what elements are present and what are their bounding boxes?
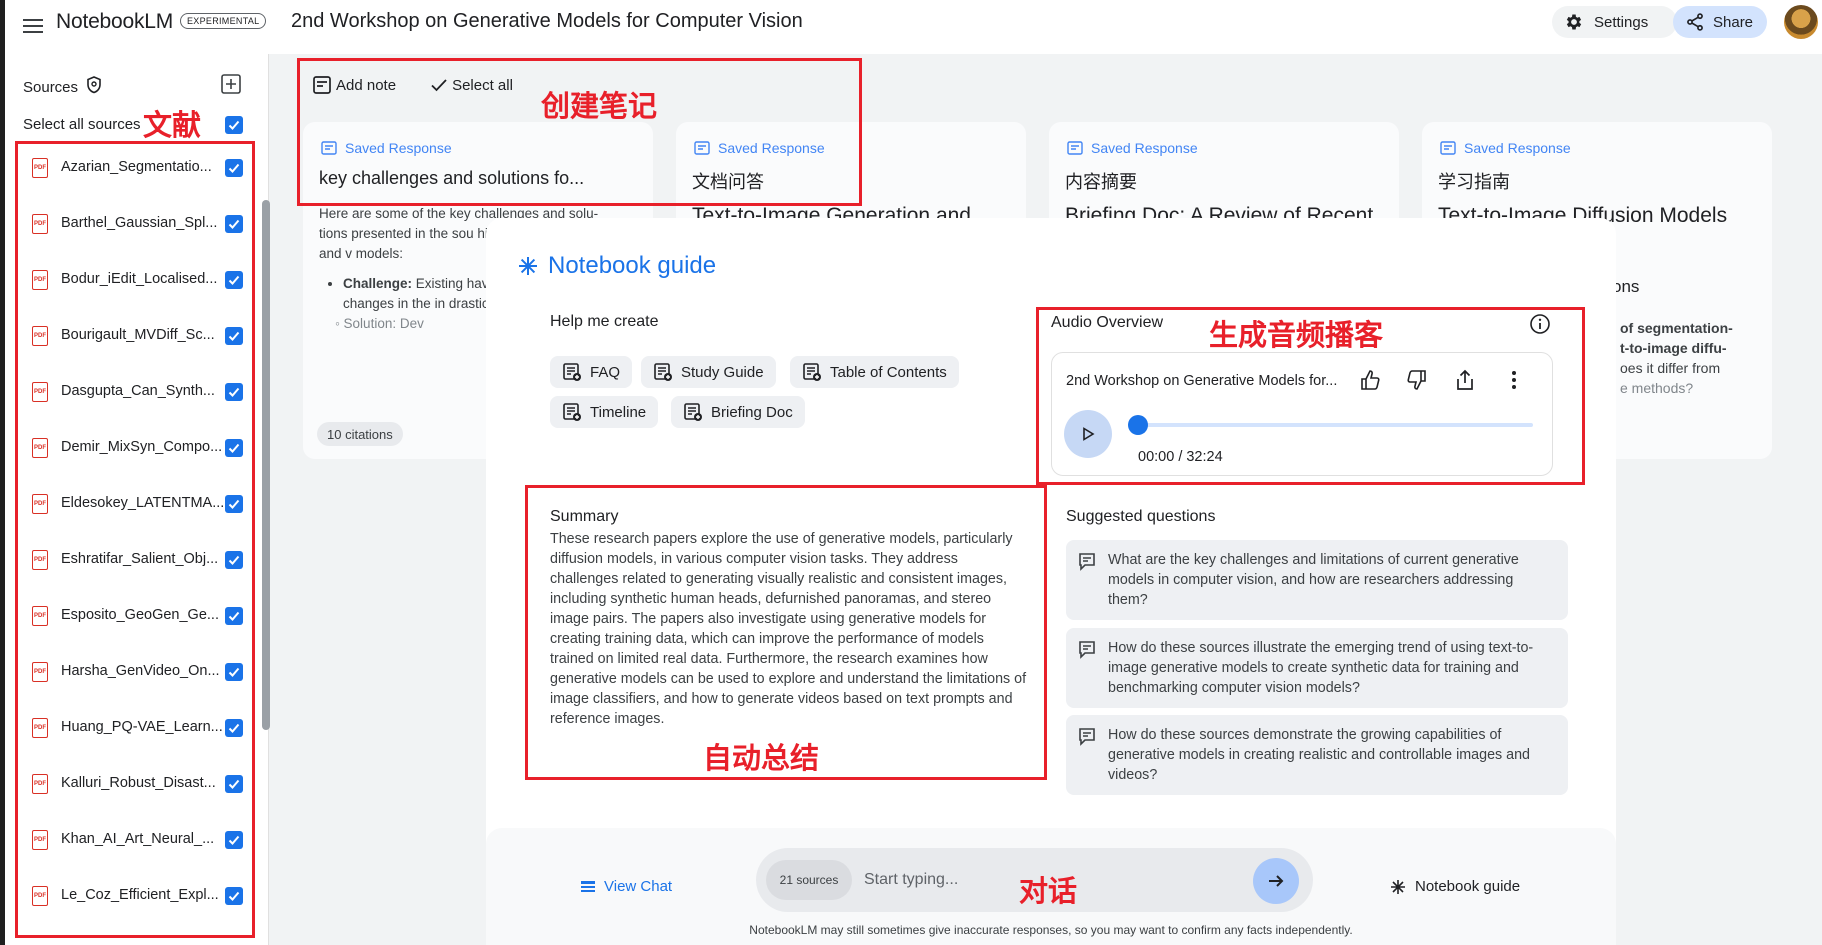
chip-label: Table of Contents xyxy=(830,363,947,381)
sources-header: Sources xyxy=(23,76,102,98)
question-icon xyxy=(1079,728,1095,746)
annotation-box-notes xyxy=(297,58,862,206)
add-doc-icon xyxy=(803,363,821,381)
sparkle-icon xyxy=(1391,879,1405,894)
sources-label: Sources xyxy=(23,78,79,96)
notebook-guide-label: Notebook guide xyxy=(1415,878,1521,895)
annotation-box-sources xyxy=(15,141,255,938)
view-chat-button[interactable]: View Chat xyxy=(580,878,672,895)
note-fragment: oes it differ from e methods? xyxy=(1620,358,1720,398)
chat-icon xyxy=(581,880,595,892)
note-title: 内容摘要 xyxy=(1065,172,1137,192)
app-brand: NotebookLM xyxy=(56,10,174,33)
saved-response-icon xyxy=(1440,141,1456,155)
add-doc-icon xyxy=(654,363,672,381)
add-source-icon[interactable] xyxy=(221,74,243,96)
annotation-label-sources: 文献 xyxy=(143,108,202,142)
suggested-question-text: How do these sources demonstrate the gro… xyxy=(1108,727,1530,783)
faq-chip[interactable]: FAQ xyxy=(550,356,633,388)
settings-label: Settings xyxy=(1594,13,1649,31)
briefing-doc-chip[interactable]: Briefing Doc xyxy=(671,396,805,428)
check-icon xyxy=(228,120,240,130)
share-button[interactable]: Share xyxy=(1673,6,1767,38)
select-all-sources-checkbox[interactable] xyxy=(225,116,243,134)
timeline-chip[interactable]: Timeline xyxy=(550,396,659,428)
note-sub-text: Solution: Dev xyxy=(343,316,424,331)
note-fragment-line: oes it differ from xyxy=(1620,360,1721,376)
add-doc-icon xyxy=(563,363,581,381)
settings-button[interactable]: Settings xyxy=(1552,6,1677,38)
table-of-contents-chip[interactable]: Table of Contents xyxy=(790,356,959,388)
note-title: 学习指南 xyxy=(1438,172,1510,192)
question-icon xyxy=(1079,641,1095,659)
suggested-question-text: How do these sources illustrate the emer… xyxy=(1108,640,1534,696)
note-fragment-line: e methods? xyxy=(1620,380,1694,396)
page-title[interactable]: 2nd Workshop on Generative Models for Co… xyxy=(291,10,803,33)
note-tag-label: Saved Response xyxy=(1464,140,1571,156)
share-label: Share xyxy=(1713,13,1754,31)
note-fragment-line: t-to-image diffu- xyxy=(1620,340,1727,356)
citations-chip[interactable]: 10 citations xyxy=(317,422,403,446)
study-guide-chip[interactable]: Study Guide xyxy=(641,356,776,388)
annotation-label-audio: 生成音频播客 xyxy=(1209,318,1384,352)
question-icon xyxy=(1079,553,1095,571)
suggested-questions-label: Suggested questions xyxy=(1066,508,1216,525)
send-button[interactable] xyxy=(1253,858,1299,904)
top-bar: NotebookLM EXPERIMENTAL 2nd Workshop on … xyxy=(0,0,1822,54)
note-fragment: ons xyxy=(1612,277,1640,296)
annotation-label-chat: 对话 xyxy=(1019,874,1078,908)
arrow-right-icon xyxy=(1269,875,1284,887)
sidebar-scrollbar[interactable] xyxy=(262,200,270,730)
note-fragment: of segmentation- t-to-image diffu- xyxy=(1620,318,1733,358)
gear-icon xyxy=(1566,14,1582,30)
note-tag-label: Saved Response xyxy=(1091,140,1198,156)
add-doc-icon xyxy=(563,403,581,421)
avatar[interactable] xyxy=(1784,5,1818,39)
notebook-guide-button[interactable]: Notebook guide xyxy=(1391,878,1520,895)
note-fragment-line: of segmentation- xyxy=(1620,320,1733,336)
annotation-label-notes: 创建笔记 xyxy=(541,89,658,123)
menu-icon[interactable] xyxy=(18,12,48,40)
suggested-question[interactable]: How do these sources demonstrate the gro… xyxy=(1066,715,1568,795)
select-all-sources-label: Select all sources xyxy=(23,116,141,133)
help-me-create-label: Help me create xyxy=(550,313,659,330)
sparkle-icon xyxy=(519,257,537,275)
suggested-question[interactable]: How do these sources illustrate the emer… xyxy=(1066,628,1568,708)
chip-label: Briefing Doc xyxy=(711,403,793,421)
note-tag: Saved Response xyxy=(1067,140,1198,156)
suggested-question-text: What are the key challenges and limitati… xyxy=(1108,552,1519,608)
shield-icon[interactable] xyxy=(86,76,102,98)
view-chat-label: View Chat xyxy=(604,878,673,895)
chip-label: Timeline xyxy=(590,403,647,421)
guide-title-text: Notebook guide xyxy=(548,252,717,279)
note-bullet-label: Challenge: xyxy=(343,276,413,291)
suggested-question[interactable]: What are the key challenges and limitati… xyxy=(1066,540,1568,620)
saved-response-icon xyxy=(1067,141,1083,155)
add-doc-icon xyxy=(684,403,702,421)
chip-label: FAQ xyxy=(590,363,621,381)
experimental-badge: EXPERIMENTAL xyxy=(180,13,267,29)
note-tag: Saved Response xyxy=(1440,140,1571,156)
sources-count-badge[interactable]: 21 sources xyxy=(766,860,852,900)
chip-label: Study Guide xyxy=(681,363,764,381)
notebook-guide-title: Notebook guide xyxy=(518,252,716,280)
share-icon xyxy=(1687,13,1703,31)
annotation-label-summary: 自动总结 xyxy=(703,741,820,775)
disclaimer-text: NotebookLM may still sometimes give inac… xyxy=(749,923,1353,937)
